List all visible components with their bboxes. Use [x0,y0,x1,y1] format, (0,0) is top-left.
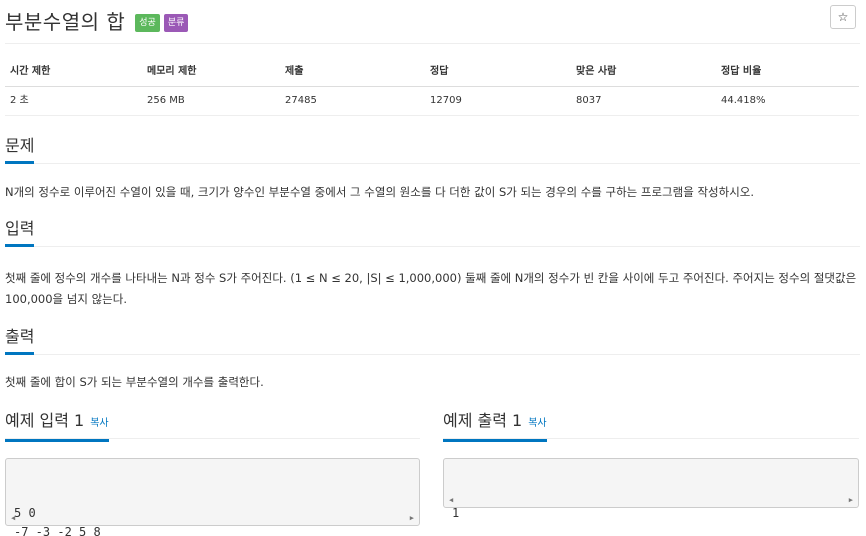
star-button[interactable]: ☆ [830,5,856,29]
output-title: 출력 [5,328,35,355]
copy-input-link[interactable]: 복사 [90,418,108,429]
accept-ratio-value: 44.418% [721,95,766,106]
solved-users-value: 8037 [576,95,602,106]
title-divider [5,43,860,44]
category-badge[interactable]: 분류 [163,14,189,32]
input-text: 첫째 줄에 정수의 개수를 나타내는 N과 정수 S가 주어진다. (1 ≤ N… [5,271,857,306]
header-accept-ratio: 정답 비율 [721,66,762,77]
output-text: 첫째 줄에 합이 S가 되는 부분수열의 개수를 출력한다. [5,375,264,389]
sample-input-title: 예제 입력 1 복사 [5,412,109,442]
header-memory-limit: 메모리 제한 [147,66,197,77]
header-accepted: 정답 [430,66,449,77]
sample-output-box[interactable]: 1 ◀ ▶ [443,458,859,520]
sample-input-box[interactable]: 5 0 -7 -3 -2 5 8 ◀ ▶ [5,458,420,536]
time-limit-value: 2 초 [10,95,29,106]
sample-input-title-text: 예제 입력 1 [5,411,85,430]
sample-output-title-text: 예제 출력 1 [443,411,523,430]
sample-output-header: 예제 출력 1 복사 [443,411,859,442]
header-time-limit: 시간 제한 [10,66,51,77]
description-title: 문제 [5,137,35,164]
title-row: 부분수열의 합 성공 분류 [5,6,189,34]
star-icon: ☆ [837,10,849,24]
description-header: 문제 [5,136,860,164]
page-title: 부분수열의 합 [5,9,126,34]
sample-output-title: 예제 출력 1 복사 [443,412,547,442]
horizontal-scrollbar[interactable]: ◀ ▶ [445,494,857,506]
table-header-row: 시간 제한 메모리 제한 제출 정답 맞은 사람 정답 비율 [5,58,859,87]
input-header: 입력 [5,219,860,247]
success-badge[interactable]: 성공 [135,14,160,32]
scroll-left-icon[interactable]: ◀ [449,494,453,506]
scroll-left-icon[interactable]: ◀ [11,512,15,524]
sample-input-header: 예제 입력 1 복사 [5,411,420,442]
sample-output-content: 1 [452,506,460,520]
horizontal-scrollbar[interactable]: ◀ ▶ [7,512,418,524]
accepted-value: 12709 [430,95,462,106]
input-title: 입력 [5,220,35,247]
scroll-right-icon[interactable]: ▶ [410,512,414,524]
description-text: N개의 정수로 이루어진 수열이 있을 때, 크기가 양수인 부분수열 중에서 … [5,185,755,199]
table-row: 2 초 256 MB 27485 12709 8037 44.418% [5,87,859,116]
header-solved-users: 맞은 사람 [576,66,617,77]
output-header: 출력 [5,327,860,355]
copy-output-link[interactable]: 복사 [528,418,546,429]
problem-info-table: 시간 제한 메모리 제한 제출 정답 맞은 사람 정답 비율 2 초 256 M… [5,58,859,116]
memory-limit-value: 256 MB [147,95,185,106]
scroll-right-icon[interactable]: ▶ [849,494,853,506]
submissions-value: 27485 [285,95,317,106]
header-submissions: 제출 [285,66,304,77]
